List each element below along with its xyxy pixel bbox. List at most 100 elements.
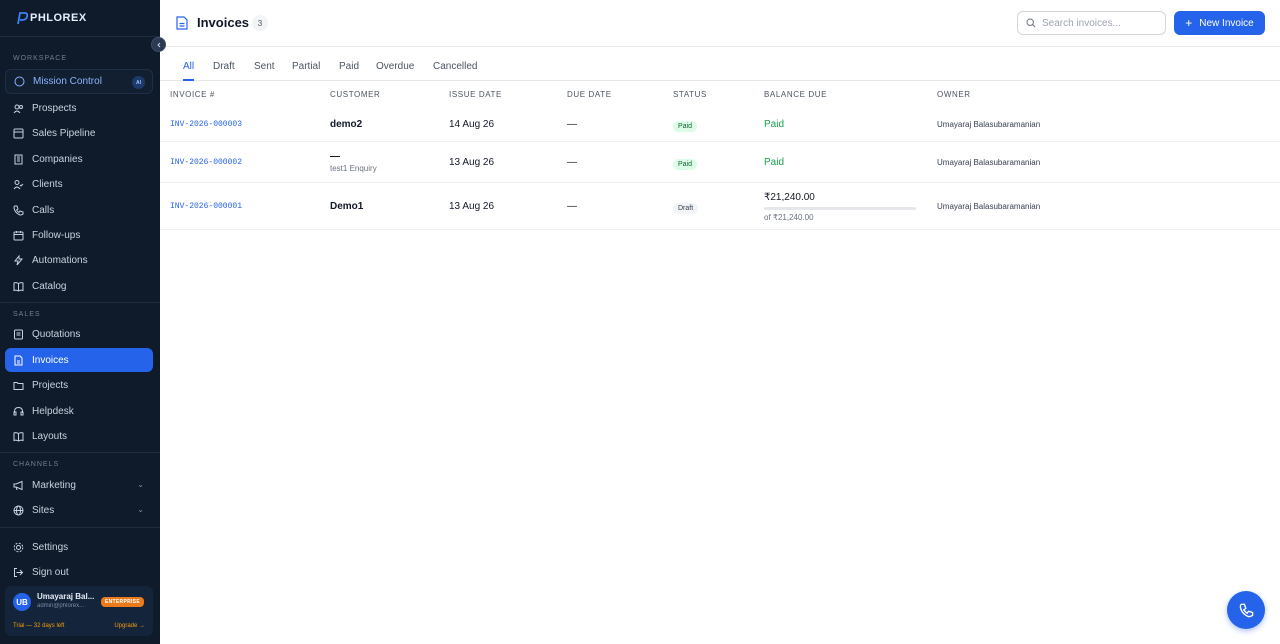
sidebar-item-follow-ups[interactable]: Follow-ups xyxy=(5,223,153,247)
customer-name: demo2 xyxy=(330,119,363,130)
chevron-left-icon xyxy=(156,42,160,47)
new-invoice-button[interactable]: + New Invoice xyxy=(1174,11,1265,35)
building-icon xyxy=(13,154,24,165)
balance-due: Paid xyxy=(764,157,785,168)
column-header-issue-date[interactable]: ISSUE DATE xyxy=(449,90,502,99)
calendar-icon xyxy=(13,230,24,241)
column-header-owner[interactable]: OWNER xyxy=(937,90,971,99)
sidebar-item-helpdesk[interactable]: Helpdesk xyxy=(5,399,153,423)
sidebar-item-calls[interactable]: Calls xyxy=(5,198,153,222)
sidebar-item-label: Marketing xyxy=(32,479,76,491)
balance-total: of ₹21,240.00 xyxy=(764,213,814,222)
sidebar-item-sites[interactable]: Sites ⌄ xyxy=(5,498,153,522)
status-badge: Paid xyxy=(673,159,698,170)
globe-icon xyxy=(13,505,24,516)
user-card[interactable]: UB Umayaraj Bal... admin@phlorex... ENTE… xyxy=(5,586,153,636)
sidebar-item-catalog[interactable]: Catalog xyxy=(5,274,153,298)
plus-icon: + xyxy=(1185,16,1193,30)
divider xyxy=(0,302,160,303)
sidebar-item-label: Prospects xyxy=(32,102,77,114)
sidebar-item-invoices[interactable]: Invoices xyxy=(5,348,153,372)
sidebar-item-label: Sites xyxy=(32,504,55,516)
call-fab-button[interactable] xyxy=(1227,591,1265,629)
tab-cancelled[interactable]: Cancelled xyxy=(433,61,477,81)
search-icon xyxy=(1026,18,1036,28)
sidebar-item-label: Calls xyxy=(32,204,55,216)
invoice-number-link[interactable]: INV-2026-000002 xyxy=(170,158,242,167)
sidebar-item-mission-control[interactable]: Mission Control AI xyxy=(5,69,153,94)
table-row[interactable]: INV-2026-000001 Demo1 13 Aug 26 — Draft … xyxy=(160,183,1280,230)
search-input[interactable] xyxy=(1042,17,1162,29)
column-header-customer[interactable]: CUSTOMER xyxy=(330,90,380,99)
due-date: — xyxy=(567,119,577,130)
user-name: Umayaraj Bal... xyxy=(37,592,95,601)
sign-out-icon xyxy=(13,567,24,578)
sidebar-item-clients[interactable]: Clients xyxy=(5,172,153,196)
page-title: Invoices xyxy=(197,15,250,30)
layout-icon xyxy=(13,431,24,442)
search-box[interactable] xyxy=(1017,11,1166,35)
sidebar-item-layouts[interactable]: Layouts xyxy=(5,424,153,448)
invoice-number-link[interactable]: INV-2026-000003 xyxy=(170,120,242,129)
folder-icon xyxy=(13,380,24,391)
phone-icon xyxy=(1239,603,1253,617)
collapse-sidebar-button[interactable] xyxy=(151,37,166,52)
ai-badge: AI xyxy=(132,76,145,89)
tab-partial[interactable]: Partial xyxy=(292,61,320,81)
upgrade-link[interactable]: Upgrade → xyxy=(114,623,145,629)
book-icon xyxy=(13,281,24,292)
sidebar-item-marketing[interactable]: Marketing ⌄ xyxy=(5,473,153,497)
sidebar-item-prospects[interactable]: Prospects xyxy=(5,96,153,120)
sidebar-item-label: Layouts xyxy=(32,430,68,442)
sidebar-item-label: Projects xyxy=(32,379,69,391)
column-header-due-date[interactable]: DUE DATE xyxy=(567,90,612,99)
sidebar-item-automations[interactable]: Automations xyxy=(5,248,153,272)
sidebar-item-sign-out[interactable]: Sign out xyxy=(5,560,153,584)
sidebar-item-quotations[interactable]: Quotations xyxy=(5,322,153,346)
column-header-balance-due[interactable]: BALANCE DUE xyxy=(764,90,827,99)
divider xyxy=(0,452,160,453)
tab-paid[interactable]: Paid xyxy=(339,61,359,81)
sidebar-item-companies[interactable]: Companies xyxy=(5,147,153,171)
sidebar-item-projects[interactable]: Projects xyxy=(5,373,153,397)
sidebar: PHLOREX WORKSPACE Mission Control AI Pro… xyxy=(0,0,166,644)
sidebar-item-label: Mission Control xyxy=(33,76,102,87)
issue-date: 13 Aug 26 xyxy=(449,157,495,168)
column-header-status[interactable]: STATUS xyxy=(673,90,707,99)
tab-overdue[interactable]: Overdue xyxy=(376,61,414,81)
users-icon xyxy=(13,103,24,114)
sidebar-item-settings[interactable]: Settings xyxy=(5,535,153,559)
customer-subtitle: test1 Enquiry xyxy=(330,164,377,173)
sidebar-item-label: Companies xyxy=(32,153,83,165)
issue-date: 13 Aug 26 xyxy=(449,201,495,212)
invoice-icon xyxy=(176,16,188,30)
invoice-icon xyxy=(13,355,24,366)
new-invoice-label: New Invoice xyxy=(1199,17,1254,29)
table-row[interactable]: INV-2026-000002 — test1 Enquiry 13 Aug 2… xyxy=(160,142,1280,183)
status-tabs: All Draft Sent Partial Paid Overdue Canc… xyxy=(160,47,1280,81)
section-label-channels: CHANNELS xyxy=(13,461,60,468)
payment-progress-bar xyxy=(764,207,916,210)
table-row[interactable]: INV-2026-000003 demo2 14 Aug 26 — Paid P… xyxy=(160,107,1280,142)
chevron-down-icon: ⌄ xyxy=(137,505,144,514)
divider xyxy=(0,527,160,528)
tab-sent[interactable]: Sent xyxy=(254,61,275,81)
page-header: Invoices 3 + New Invoice xyxy=(160,0,1280,47)
avatar: UB xyxy=(13,593,31,611)
owner-name: Umayaraj Balasubaramanian xyxy=(937,202,1041,211)
sidebar-item-label: Sign out xyxy=(32,566,69,578)
logo[interactable]: PHLOREX xyxy=(0,0,160,37)
invoice-number-link[interactable]: INV-2026-000001 xyxy=(170,202,242,211)
sidebar-item-label: Quotations xyxy=(32,328,81,340)
sidebar-item-label: Clients xyxy=(32,178,63,190)
sidebar-item-sales-pipeline[interactable]: Sales Pipeline xyxy=(5,121,153,145)
count-badge: 3 xyxy=(252,15,268,31)
owner-name: Umayaraj Balasubaramanian xyxy=(937,120,1041,129)
phone-icon xyxy=(13,205,24,216)
user-check-icon xyxy=(13,179,24,190)
tab-all[interactable]: All xyxy=(183,61,195,81)
trial-status: Trial — 32 days left xyxy=(13,623,65,629)
tab-draft[interactable]: Draft xyxy=(213,61,235,81)
pipeline-icon xyxy=(13,128,24,139)
column-header-invoice[interactable]: INVOICE # xyxy=(170,90,215,99)
